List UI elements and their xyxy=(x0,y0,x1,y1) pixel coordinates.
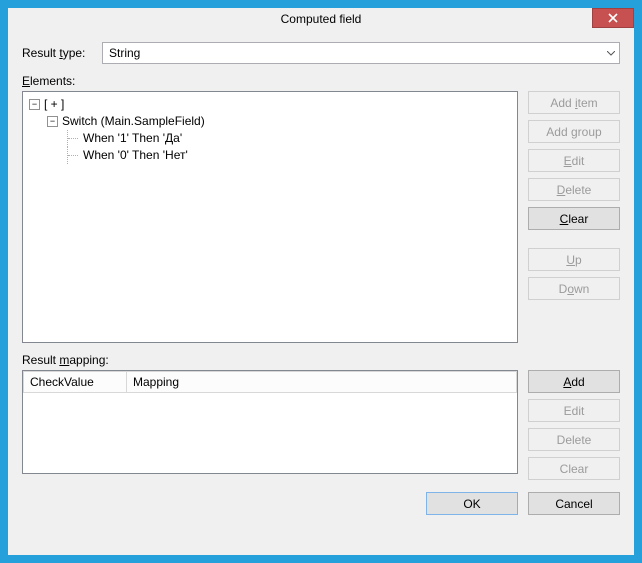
tree-when-0[interactable]: When '0' Then 'Нет' xyxy=(25,147,515,164)
tree-root[interactable]: − [ + ] xyxy=(25,96,515,113)
titlebar: Computed field xyxy=(8,8,634,30)
close-icon xyxy=(608,13,618,23)
delete-button[interactable]: Delete xyxy=(528,178,620,201)
mapping-button-column: Add Edit Delete Clear xyxy=(528,370,620,480)
cancel-button[interactable]: Cancel xyxy=(528,492,620,515)
ok-button[interactable]: OK xyxy=(426,492,518,515)
dialog-window: Computed field Result type: String xyxy=(8,8,634,555)
down-button[interactable]: Down xyxy=(528,277,620,300)
edit-button[interactable]: Edit xyxy=(528,149,620,172)
elements-tree[interactable]: − [ + ] − Switch (Main.SampleField) When… xyxy=(22,91,518,343)
tree-connector-icon xyxy=(67,147,81,164)
mapping-table-header: CheckValue Mapping xyxy=(23,371,517,393)
column-checkvalue[interactable]: CheckValue xyxy=(23,371,127,393)
mapping-table[interactable]: CheckValue Mapping xyxy=(22,370,518,474)
tree-when-1[interactable]: When '1' Then 'Да' xyxy=(25,130,515,147)
elements-button-column: Add item Add group Edit Delete Clear xyxy=(528,91,620,343)
mapping-delete-button[interactable]: Delete xyxy=(528,428,620,451)
chevron-down-icon xyxy=(607,46,615,60)
collapse-icon[interactable]: − xyxy=(29,99,40,110)
collapse-icon[interactable]: − xyxy=(47,116,58,127)
result-type-value: String xyxy=(109,46,140,60)
result-type-select[interactable]: String xyxy=(102,42,620,64)
column-mapping[interactable]: Mapping xyxy=(127,371,517,393)
result-mapping-label: Result mapping: xyxy=(22,353,620,367)
up-button[interactable]: Up xyxy=(528,248,620,271)
tree-switch[interactable]: − Switch (Main.SampleField) xyxy=(25,113,515,130)
add-group-button[interactable]: Add group xyxy=(528,120,620,143)
close-button[interactable] xyxy=(592,8,634,28)
mapping-table-body xyxy=(23,393,517,473)
clear-button[interactable]: Clear xyxy=(528,207,620,230)
dialog-footer: OK Cancel xyxy=(22,480,620,515)
result-type-label: Result type: xyxy=(22,46,102,60)
window-title: Computed field xyxy=(281,12,362,26)
add-item-button[interactable]: Add item xyxy=(528,91,620,114)
mapping-edit-button[interactable]: Edit xyxy=(528,399,620,422)
mapping-add-button[interactable]: Add xyxy=(528,370,620,393)
mapping-clear-button[interactable]: Clear xyxy=(528,457,620,480)
tree-connector-icon xyxy=(67,130,81,147)
elements-label: Elements: xyxy=(22,74,620,88)
